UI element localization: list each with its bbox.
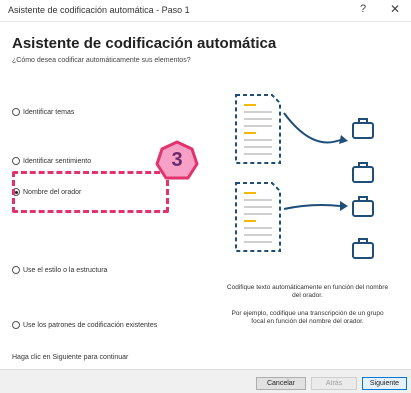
node-icon <box>352 196 374 259</box>
option-existing-patterns[interactable]: Use los patrones de codificación existen… <box>12 321 157 329</box>
document-icon <box>235 182 281 252</box>
curved-arrow-icon <box>283 112 341 144</box>
node-icon <box>352 118 374 183</box>
footer-hint: Haga clic en Siguiente para continuar <box>12 354 129 361</box>
close-button[interactable]: ✕ <box>390 2 400 16</box>
page-title: Asistente de codificación automática <box>12 35 277 52</box>
radio-button[interactable] <box>12 321 20 329</box>
radio-button[interactable] <box>12 108 20 116</box>
window-title: Asistente de codificación automática - P… <box>8 5 190 15</box>
option-label: Use los patrones de codificación existen… <box>23 321 158 329</box>
next-button[interactable]: Siguiente <box>362 377 407 390</box>
title-bar: Asistente de codificación automática - P… <box>0 0 411 22</box>
radio-button[interactable] <box>12 266 20 274</box>
curved-arrow-icon <box>283 204 341 210</box>
document-icon <box>235 94 281 164</box>
step-callout-badge: 3 <box>155 140 199 182</box>
page-subtitle: ¿Cómo desea codificar automáticamente su… <box>12 57 191 64</box>
radio-button[interactable] <box>12 157 20 165</box>
description-example-text: Por ejemplo, codifique una transcripción… <box>231 310 384 326</box>
help-button[interactable]: ? <box>360 3 366 15</box>
description-text: Codifique texto automáticamente en funci… <box>226 284 389 300</box>
option-identify-sentiment[interactable]: Identificar sentimiento <box>12 157 91 165</box>
callout-number: 3 <box>171 149 183 171</box>
selection-highlight-box <box>12 171 169 213</box>
option-label: Use el estilo o la estructura <box>23 266 108 274</box>
cancel-button[interactable]: Cancelar <box>256 377 306 390</box>
option-identify-themes[interactable]: Identificar temas <box>12 108 74 116</box>
option-label: Identificar sentimiento <box>23 157 92 165</box>
speaker-coding-illustration <box>235 94 374 259</box>
option-label: Identificar temas <box>23 108 75 116</box>
back-button[interactable]: Atrás <box>311 377 357 390</box>
option-style-structure[interactable]: Use el estilo o la estructura <box>12 266 107 274</box>
